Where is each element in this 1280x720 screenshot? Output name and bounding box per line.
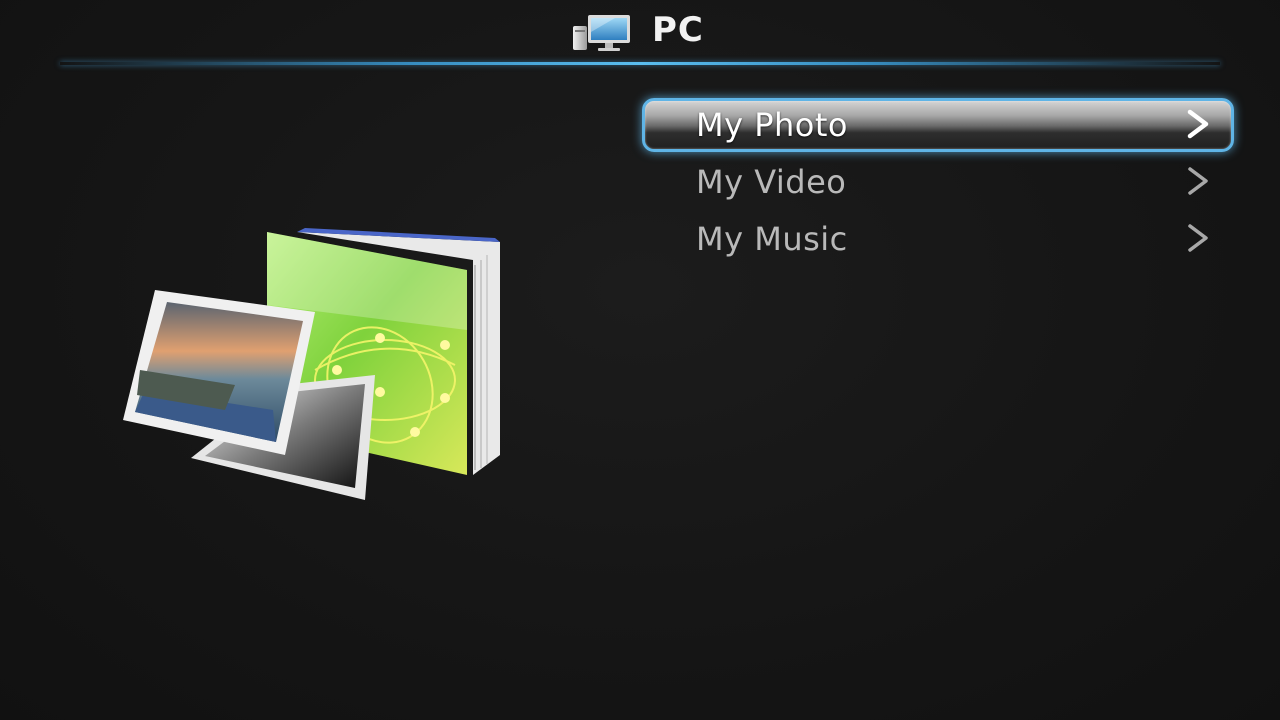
photo-album-icon — [123, 228, 500, 500]
menu-item-label: My Video — [696, 163, 847, 201]
pc-monitor-icon — [573, 15, 630, 51]
menu-item-my-music[interactable]: My Music — [642, 212, 1236, 269]
source-menu: My Photo My Video My Music — [642, 98, 1236, 269]
chevron-right-icon — [1188, 224, 1208, 252]
media-player-screen: PC My Photo My Video My Music — [0, 0, 1280, 720]
menu-item-label: My Music — [696, 220, 848, 258]
chevron-right-icon — [1187, 109, 1209, 139]
header-bar: PC — [0, 0, 1280, 65]
menu-item-label: My Photo — [696, 106, 848, 144]
page-title: PC — [652, 10, 704, 50]
chevron-right-icon — [1188, 167, 1208, 195]
menu-item-my-video[interactable]: My Video — [642, 155, 1236, 212]
menu-item-my-photo[interactable]: My Photo — [642, 98, 1236, 152]
header-divider — [60, 62, 1220, 65]
